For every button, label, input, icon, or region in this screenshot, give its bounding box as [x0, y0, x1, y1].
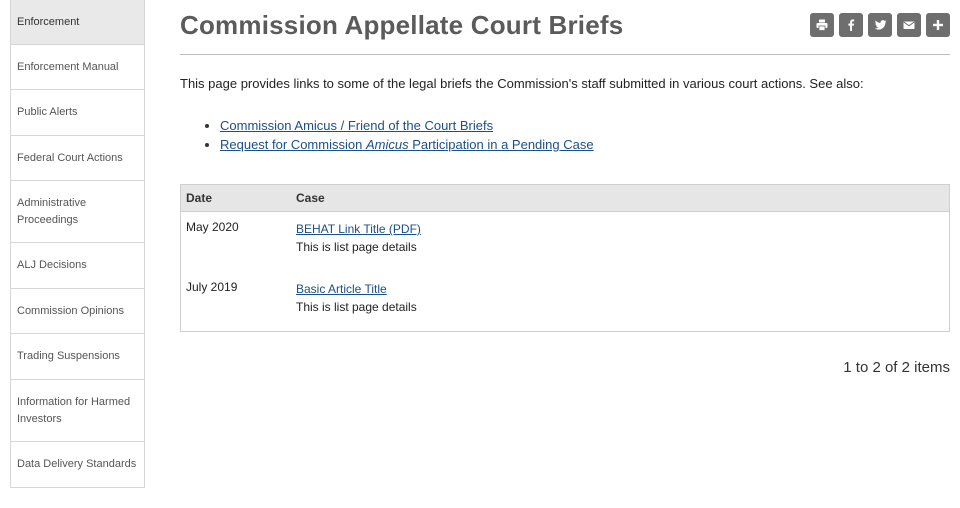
sidebar-item-alj-decisions[interactable]: ALJ Decisions [11, 243, 144, 289]
column-header-case[interactable]: Case [291, 191, 325, 205]
sidebar-item-harmed-investors[interactable]: Information for Harmed Investors [11, 380, 144, 442]
main-content: Commission Appellate Court Briefs This p… [180, 0, 950, 376]
print-icon [816, 19, 828, 31]
sidebar-item-label: Data Delivery Standards [17, 458, 137, 471]
title-row: Commission Appellate Court Briefs [180, 0, 950, 55]
sidebar-item-commission-opinions[interactable]: Commission Opinions [11, 289, 144, 334]
sidebar-item-label: Enforcement [17, 15, 80, 28]
row-case: Basic Article Title This is list page de… [291, 280, 417, 316]
sidebar-item-label: Enforcement Manual [17, 60, 119, 73]
email-share-button[interactable] [897, 13, 921, 37]
sidebar-item-label: ALJ Decisions [17, 259, 87, 272]
amicus-briefs-link[interactable]: Commission Amicus / Friend of the Court … [220, 118, 493, 133]
plus-icon [933, 20, 943, 30]
sidebar-item-label: Commission Opinions [17, 304, 124, 317]
twitter-icon [874, 20, 886, 30]
row-case: BEHAT Link Title (PDF) This is list page… [291, 220, 421, 256]
sidebar-item-data-delivery-standards[interactable]: Data Delivery Standards [11, 442, 144, 488]
table-row: July 2019 Basic Article Title This is li… [181, 280, 417, 316]
request-amicus-link[interactable]: Request for Commission Amicus Participat… [220, 137, 594, 152]
sidebar-item-administrative-proceedings[interactable]: Administrative Proceedings [11, 181, 144, 243]
list-item: Commission Amicus / Friend of the Court … [220, 116, 594, 135]
twitter-share-button[interactable] [868, 13, 892, 37]
list-item: Request for Commission Amicus Participat… [220, 135, 594, 154]
column-header-date[interactable]: Date [181, 191, 291, 205]
share-toolbar [810, 13, 950, 37]
sidebar-item-federal-court-actions[interactable]: Federal Court Actions [11, 136, 144, 181]
table-header: Date Case [181, 185, 949, 212]
sidebar-item-enforcement-manual[interactable]: Enforcement Manual [11, 45, 144, 90]
sidebar-item-trading-suspensions[interactable]: Trading Suspensions [11, 334, 144, 380]
sidebar-item-label: Public Alerts [17, 106, 78, 119]
sidebar-item-public-alerts[interactable]: Public Alerts [11, 90, 144, 136]
print-button[interactable] [810, 13, 834, 37]
more-share-button[interactable] [926, 13, 950, 37]
sidebar-nav: Enforcement Enforcement Manual Public Al… [10, 0, 145, 488]
case-title-link[interactable]: BEHAT Link Title (PDF) [296, 220, 421, 238]
intro-text: This page provides links to some of the … [180, 76, 864, 91]
sidebar-item-label: Trading Suspensions [17, 350, 120, 363]
email-icon [903, 21, 915, 29]
pager-count: 1 to 2 of 2 items [843, 359, 950, 376]
see-also-links: Commission Amicus / Friend of the Court … [220, 116, 594, 154]
case-details: This is list page details [296, 300, 417, 314]
briefs-table: Date Case May 2020 BEHAT Link Title (PDF… [180, 184, 950, 332]
sidebar-item-label: Administrative Proceedings [17, 197, 87, 226]
table-row: May 2020 BEHAT Link Title (PDF) This is … [181, 220, 421, 256]
facebook-icon [848, 19, 855, 31]
facebook-share-button[interactable] [839, 13, 863, 37]
page-title: Commission Appellate Court Briefs [180, 10, 624, 40]
row-date: May 2020 [186, 220, 239, 234]
sidebar-item-label: Federal Court Actions [17, 151, 123, 164]
case-title-link[interactable]: Basic Article Title [296, 280, 417, 298]
sidebar-item-enforcement[interactable]: Enforcement [11, 0, 144, 45]
case-details: This is list page details [296, 240, 417, 254]
sidebar-item-label: Information for Harmed Investors [17, 396, 131, 425]
row-date: July 2019 [186, 280, 238, 294]
